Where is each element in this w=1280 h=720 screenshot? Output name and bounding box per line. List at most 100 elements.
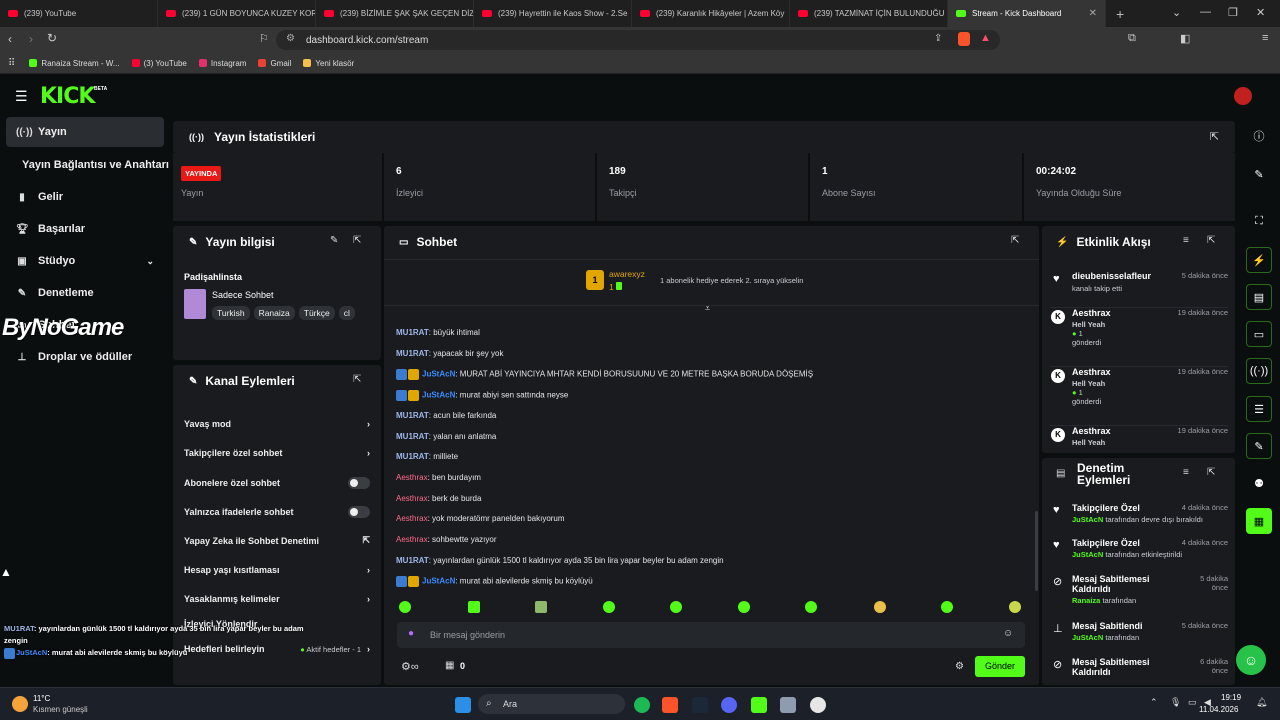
bookmark-item[interactable]: Yeni klasör <box>303 59 354 68</box>
filter-icon[interactable]: ≡ <box>1183 235 1189 246</box>
action-followers-only[interactable]: Takipçilere özel sohbet › <box>184 448 370 458</box>
chat-username[interactable]: MU1RAT <box>396 411 429 420</box>
action-ai-moderation[interactable]: Yapay Zeka ile Sohbet Denetimi ⇱ <box>184 535 370 546</box>
back-icon[interactable]: ‹ <box>8 32 12 46</box>
sidebar-item-droplar[interactable]: ⊥ Droplar ve ödüller <box>6 342 164 372</box>
obs-icon[interactable] <box>810 697 826 713</box>
lightning-icon[interactable]: ⚡ <box>1246 247 1272 273</box>
sidebar-item-gelir[interactable]: ▮ Gelir <box>6 182 164 212</box>
browser-tab[interactable]: (239) BİZİMLE ŞAK ŞAK GEÇEN DİZİ <box>316 0 474 27</box>
sidebar-item-yayin[interactable]: ((·)) Yayın <box>6 117 164 147</box>
steam-icon[interactable] <box>692 697 708 713</box>
popout-icon[interactable]: ⇱ <box>1207 235 1215 246</box>
broadcast-icon[interactable]: ((·)) <box>1246 358 1272 384</box>
bookmark-icon[interactable]: ⚐ <box>259 32 269 45</box>
chat-username[interactable]: MU1RAT <box>396 432 429 441</box>
wrench-icon[interactable]: ✎ <box>1246 433 1272 459</box>
extensions-icon[interactable]: ⧉ <box>1128 32 1136 45</box>
close-tab-icon[interactable]: ✕ <box>1089 8 1097 19</box>
popout-icon[interactable]: ⇱ <box>353 235 361 246</box>
emote-icon[interactable] <box>1009 601 1021 613</box>
bookmark-item[interactable]: (3) YouTube <box>131 59 187 68</box>
emoji-icon[interactable]: ☺ <box>1003 628 1013 639</box>
chat-username[interactable]: MU1RAT <box>396 556 429 565</box>
share-icon[interactable]: ⇪ <box>934 33 942 44</box>
bookmark-item[interactable]: Ranaiza Stream - W... <box>29 59 120 68</box>
loop-icon[interactable]: ⚙∞ <box>401 660 419 673</box>
chat-scrollbar[interactable] <box>1035 511 1038 591</box>
chat-username[interactable]: Aesthrax <box>396 494 428 503</box>
edit-icon[interactable]: ✎ <box>330 235 338 246</box>
gift-box-icon[interactable]: ▦ <box>445 660 454 671</box>
emote-icon[interactable] <box>670 601 682 613</box>
chat-username[interactable]: JuStAcN <box>422 370 455 379</box>
bookmark-item[interactable]: Gmail <box>258 59 291 68</box>
network-icon[interactable]: ▭ <box>1188 697 1197 708</box>
sidebar-item-basarilar[interactable]: 🏆︎ Başarılar <box>6 214 164 244</box>
pin-collapse-icon[interactable]: ⩡ <box>705 303 710 314</box>
chat-username[interactable]: MU1RAT <box>396 328 429 337</box>
emote-icon[interactable] <box>535 601 547 613</box>
emote-icon[interactable] <box>874 601 886 613</box>
chat-input[interactable]: ● Bir mesaj gönderin ☺ <box>397 622 1025 648</box>
chat-username[interactable]: MU1RAT <box>396 349 429 358</box>
minecraft-icon[interactable] <box>751 697 767 713</box>
tray-chevron-icon[interactable]: ⌃ <box>1150 697 1158 708</box>
sidebar-item-denetleme[interactable]: ✎ Denetleme <box>6 278 164 308</box>
microphone-tray-icon[interactable]: 🎙︎ <box>1170 697 1181 708</box>
emote-icon[interactable] <box>941 601 953 613</box>
sidebar-icon[interactable]: ◧ <box>1180 32 1190 45</box>
filter-icon[interactable]: ≡ <box>1183 467 1189 478</box>
emote-only-toggle[interactable] <box>348 506 370 518</box>
notification-icon[interactable]: 🔔︎ <box>1256 697 1267 708</box>
layers-icon[interactable]: ☰ <box>1246 396 1272 422</box>
bookmark-item[interactable]: Instagram <box>198 59 246 68</box>
expand-icon[interactable]: ⛶ <box>1246 208 1272 234</box>
tab-list-icon[interactable]: ⌄ <box>1172 6 1181 19</box>
hamburger-menu-icon[interactable]: ☰ <box>15 88 28 105</box>
brave-shield-icon[interactable] <box>958 32 970 46</box>
minimize-icon[interactable]: — <box>1200 6 1211 18</box>
action-account-age[interactable]: Hesap yaşı kısıtlaması › <box>184 565 370 575</box>
browser-tab[interactable]: (239) TAZMİNAT İÇİN BULUNDUĞU <box>790 0 948 27</box>
chat-username[interactable]: Aesthrax <box>396 473 428 482</box>
microphone-icon[interactable]: ● <box>408 628 414 639</box>
browser-tab[interactable]: (239) 1 GÜN BOYUNCA KUZEY KOR <box>158 0 316 27</box>
chat-support-button[interactable]: ☺ <box>1236 645 1266 675</box>
popout-icon[interactable]: ⇱ <box>1207 467 1215 478</box>
popout-icon[interactable]: ⇱ <box>1011 235 1019 246</box>
action-slow-mode[interactable]: Yavaş mod › <box>184 419 370 429</box>
app-store-icon[interactable]: ▦ <box>1246 508 1272 534</box>
windows-start-icon[interactable] <box>455 697 471 713</box>
app-icon[interactable] <box>780 697 796 713</box>
brave-icon[interactable] <box>662 697 678 713</box>
action-emote-only[interactable]: Yalnızca ifadelerle sohbet <box>184 506 370 518</box>
url-field[interactable]: ⚙ dashboard.kick.com/stream ⇪ ▲ <box>276 30 1000 50</box>
emote-icon[interactable] <box>805 601 817 613</box>
kick-logo[interactable]: KICK <box>40 84 95 109</box>
apps-grid-icon[interactable]: ⠿ <box>8 58 15 69</box>
brave-rewards-icon[interactable]: ▲ <box>980 32 991 44</box>
emote-icon[interactable] <box>399 601 411 613</box>
browser-tab-active[interactable]: Stream - Kick Dashboard ✕ <box>948 0 1106 27</box>
close-window-icon[interactable]: ✕ <box>1256 6 1265 19</box>
settings-gear-icon[interactable]: ⚙ <box>955 661 964 672</box>
reload-icon[interactable]: ↻ <box>47 31 57 45</box>
sidebar-item-studyo[interactable]: ▣ Stüdyo ⌄ <box>6 246 164 276</box>
taskbar-search[interactable]: ⌕ Ara <box>478 694 625 714</box>
document-icon[interactable]: ▤ <box>1246 284 1272 310</box>
chat-icon[interactable]: ▭ <box>1246 321 1272 347</box>
emote-icon[interactable]: ⚉ <box>1246 470 1272 496</box>
emote-icon[interactable] <box>738 601 750 613</box>
forward-icon[interactable]: › <box>29 32 33 46</box>
chat-username[interactable]: JuStAcN <box>422 391 455 400</box>
avatar[interactable] <box>1234 87 1252 105</box>
emote-icon[interactable] <box>468 601 480 613</box>
discord-icon[interactable] <box>721 697 737 713</box>
chat-username[interactable]: JuStAcN <box>422 577 455 586</box>
browser-tab[interactable]: (239) Hayrettin ile Kaos Show - 2.Se <box>474 0 632 27</box>
popout-icon[interactable]: ⇱ <box>353 374 361 385</box>
browser-tab[interactable]: (239) YouTube <box>0 0 158 27</box>
subs-only-toggle[interactable] <box>348 477 370 489</box>
new-tab-button[interactable]: + <box>1106 6 1134 22</box>
